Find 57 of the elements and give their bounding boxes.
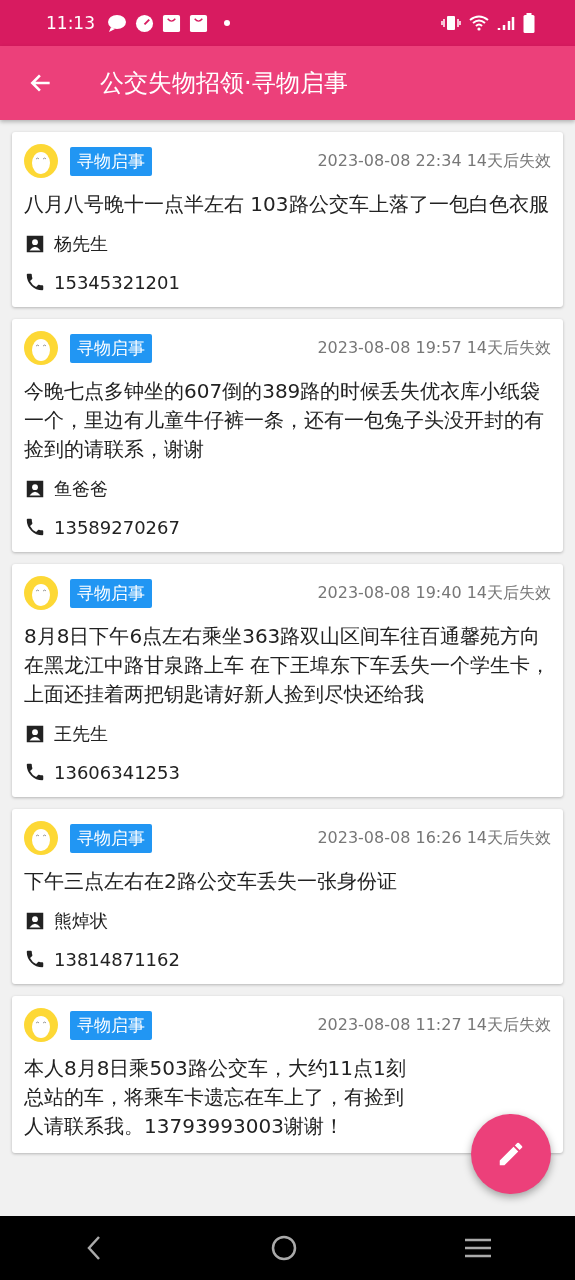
signal-icon (497, 15, 515, 31)
phone-icon (24, 948, 46, 970)
phone-number: 13814871162 (54, 948, 180, 970)
post-time: 2023-08-08 11:27 14天后失效 (317, 1014, 551, 1036)
egg-avatar-icon (24, 821, 58, 855)
egg-avatar-icon (24, 331, 58, 365)
post-description: 8月8日下午6点左右乘坐363路双山区间车往百通馨苑方向在黑龙江中路甘泉路上车 在下王埠东下车丢失一个学生卡，上面还挂着两把钥匙请好新人捡到尽快还给我 (24, 623, 551, 708)
shopping-bag-icon (189, 13, 208, 33)
category-tag: 寻物启事 (70, 578, 152, 608)
status-time: 11:13 (46, 13, 95, 33)
phone-number: 15345321201 (54, 271, 180, 293)
edit-button[interactable] (471, 1114, 551, 1194)
post-card[interactable]: 寻物启事 2023-08-08 19:40 14天后失效 8月8日下午6点左右乘坐363路双山区间车往百通馨苑方向在黑龙江中路甘泉路上车 在下王埠东下车丢失一个学生卡，上面还挂着两把钥匙请好新人捡到尽快还给我 王先生 13606341253 (12, 564, 563, 797)
description-line: 人请联系我。13793993003谢谢！ (24, 1113, 345, 1140)
contact-name: 杨先生 (54, 232, 108, 256)
phone-icon (24, 516, 46, 538)
phone-number: 13589270267 (54, 516, 180, 538)
shopping-bag-icon (162, 13, 181, 33)
nav-menu-icon[interactable] (465, 1237, 492, 1259)
category-tag: 寻物启事 (70, 333, 152, 363)
post-card[interactable]: 寻物启事 2023-08-08 22:34 14天后失效 八月八号晚十一点半左右 103路公交车上落了一包白色衣服 杨先生 15345321201 (12, 132, 563, 307)
category-tag: 寻物启事 (70, 1010, 152, 1040)
chat-icon (107, 14, 127, 32)
page-title: 公交失物招领·寻物启事 (100, 68, 348, 99)
post-time: 2023-08-08 19:57 14天后失效 (317, 337, 551, 359)
egg-avatar-icon (24, 1008, 58, 1042)
post-card[interactable]: 寻物启事 2023-08-08 19:57 14天后失效 今晚七点多钟坐的607倒的389路的时候丢失优衣库小纸袋一个，里边有儿童牛仔裤一条，还有一包兔子头没开封的有捡到的请联系，谢谢 鱼爸爸 13589270267 (12, 319, 563, 552)
contact-name: 鱼爸爸 (54, 477, 108, 501)
egg-avatar-icon (24, 576, 58, 610)
contact-card-icon (24, 910, 46, 932)
description-line: 总站的车，将乘车卡遗忘在车上了，有捡到 (24, 1084, 405, 1111)
nav-home-icon[interactable] (271, 1235, 298, 1261)
contact-card-icon (24, 723, 46, 745)
vibrate-icon (441, 15, 461, 31)
post-card[interactable]: 寻物启事 2023-08-08 16:26 14天后失效 下午三点左右在2路公交车丢失一张身份证 熊焯状 13814871162 (12, 809, 563, 984)
category-tag: 寻物启事 (70, 146, 152, 176)
battery-icon (523, 13, 535, 33)
post-card[interactable]: 寻物启事 2023-08-08 11:27 14天后失效 本人8月8日乘503路公交车，大约11点1刻 总站的车，将乘车卡遗忘在车上了，有捡到 人请联系我。13793993003谢谢！ (12, 996, 563, 1153)
post-time: 2023-08-08 16:26 14天后失效 (317, 827, 551, 849)
phone-icon (24, 761, 46, 783)
contact-card-icon (24, 233, 46, 255)
gauge-icon (135, 13, 154, 33)
dot-icon (224, 20, 230, 26)
post-description: 今晚七点多钟坐的607倒的389路的时候丢失优衣库小纸袋一个，里边有儿童牛仔裤一条，还有一包兔子头没开封的有捡到的请联系，谢谢 (24, 378, 545, 463)
description-line: 本人8月8日乘503路公交车，大约11点1刻 (24, 1055, 407, 1082)
category-tag: 寻物启事 (70, 823, 152, 853)
contact-card-icon (24, 478, 46, 500)
phone-icon (24, 271, 46, 293)
post-time: 2023-08-08 19:40 14天后失效 (317, 582, 551, 604)
post-description: 八月八号晚十一点半左右 103路公交车上落了一包白色衣服 (24, 191, 550, 218)
post-description: 下午三点左右在2路公交车丢失一张身份证 (24, 868, 398, 895)
wifi-icon (469, 15, 489, 31)
phone-number: 13606341253 (54, 761, 180, 783)
contact-name: 熊焯状 (54, 909, 108, 933)
egg-avatar-icon (24, 144, 58, 178)
post-time: 2023-08-08 22:34 14天后失效 (317, 150, 551, 172)
contact-name: 王先生 (54, 722, 108, 746)
